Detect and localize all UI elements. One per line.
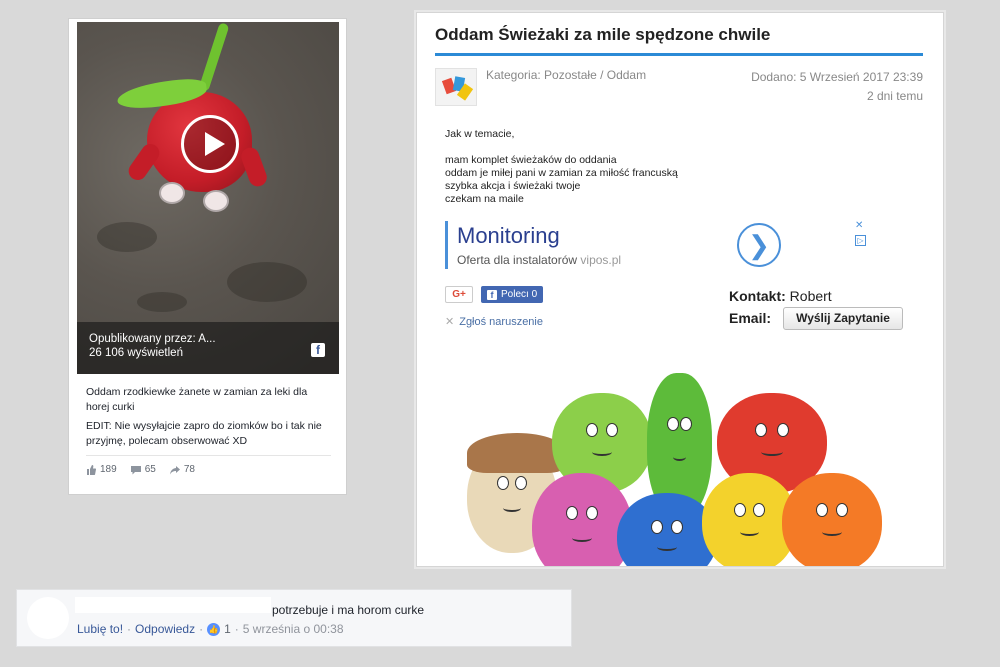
listing-body: Jak w temacie, mam komplet świeżaków do … — [445, 128, 678, 206]
title-divider — [435, 53, 923, 56]
body-line: oddam je miłej pani w zamian za miłość f… — [445, 167, 678, 179]
report-icon: ✕ — [445, 316, 455, 328]
category-icon — [435, 68, 477, 106]
ad-subtitle: Oferta dla instalatorów vipos.pl — [457, 253, 621, 267]
likes-count: 189 — [100, 464, 117, 475]
report-link[interactable]: ✕ Zgłoś naruszenie — [445, 315, 543, 328]
report-label: Zgłoś naruszenie — [459, 316, 543, 328]
fb-recommend-button[interactable]: f Polecı 0 — [481, 286, 544, 303]
play-icon[interactable] — [181, 115, 239, 173]
post-text-line: Oddam rzodkiewke żanete w zamian za leki… — [86, 386, 308, 413]
added-timestamp: Dodano: 5 Wrzesień 2017 23:39 — [751, 70, 923, 84]
comment-icon — [130, 465, 141, 475]
onion-toy — [532, 473, 632, 566]
video-thumbnail[interactable]: Opublikowany przez: A... 26 106 wyświetl… — [77, 22, 339, 374]
commenter-name-redacted — [75, 597, 271, 613]
pumpkin-toy — [782, 473, 882, 566]
ad-banner[interactable]: Monitoring Oferta dla instalatorów vipos… — [445, 221, 869, 273]
post-stats: 189 65 78 — [86, 464, 195, 475]
comment-actions: Lubię to! · Odpowiedz · 👍 1 · 5 września… — [77, 622, 344, 636]
email-label: Email: — [729, 310, 772, 326]
post-text: Oddam rzodkiewke żanete w zamian za leki… — [86, 385, 331, 453]
reply-link[interactable]: Odpowiedz — [135, 622, 195, 636]
close-icon[interactable]: ✕ — [855, 221, 866, 232]
facebook-icon[interactable]: f — [311, 343, 325, 357]
google-plus-button[interactable]: G+ — [445, 286, 473, 303]
ad-domain: vipos.pl — [580, 253, 622, 267]
contact-name: Robert — [789, 288, 832, 304]
body-line: Jak w temacie, — [445, 128, 515, 140]
share-arrow-icon — [169, 465, 180, 475]
ground-texture — [227, 262, 307, 302]
facebook-comment: potrzebuje i ma horom curke Lubię to! · … — [16, 589, 572, 647]
reaction-count[interactable]: 1 — [224, 622, 231, 636]
radish-toy-foot — [203, 190, 229, 212]
video-overlay: Opublikowany przez: A... 26 106 wyświetl… — [77, 322, 339, 374]
adchoices-icon[interactable]: ▷ — [855, 235, 866, 246]
comments-stat[interactable]: 65 — [130, 464, 156, 475]
comment-text: potrzebuje i ma horom curke — [272, 603, 425, 617]
shares-stat[interactable]: 78 — [169, 464, 195, 475]
ad-subtitle-text: Oferta dla instalatorów — [457, 253, 578, 267]
comments-count: 65 — [144, 464, 156, 475]
view-count: 26 106 wyświetleń — [89, 347, 183, 359]
contact-label: Kontakt: — [729, 288, 786, 304]
ad-accent-bar — [445, 221, 448, 269]
published-by: Opublikowany przez: A... — [89, 333, 216, 345]
facebook-icon: f — [487, 289, 497, 300]
ad-title[interactable]: Monitoring — [457, 223, 560, 249]
listing-panel: Oddam Świeżaki za mile spędzone chwile K… — [416, 12, 944, 567]
product-photo — [457, 353, 903, 566]
like-reaction-icon[interactable]: 👍 — [207, 622, 221, 636]
ground-texture — [137, 292, 187, 312]
thumbs-up-icon — [86, 464, 97, 475]
listing-title: Oddam Świeżaki za mile spędzone chwile — [435, 25, 771, 44]
ground-texture — [97, 222, 157, 252]
likes-stat[interactable]: 189 — [86, 464, 117, 475]
like-link[interactable]: Lubię to! — [77, 622, 123, 636]
body-line: czekam na maile — [445, 193, 524, 205]
comment-timestamp[interactable]: 5 września o 00:38 — [243, 622, 344, 636]
divider — [86, 455, 331, 456]
body-line: mam komplet świeżaków do oddania — [445, 154, 617, 166]
added-ago: 2 dni temu — [866, 89, 923, 103]
shares-count: 78 — [183, 464, 195, 475]
added-date: Dodano: 5 Wrzesień 2017 23:39 2 dni temu — [751, 68, 923, 106]
category-path[interactable]: Kategoria: Pozostałe / Oddam — [486, 68, 646, 82]
post-text-edit: EDIT: Nie wysyłajcie zapro do ziomków bo… — [86, 420, 322, 447]
fb-video-post: Opublikowany przez: A... 26 106 wyświetl… — [68, 18, 347, 495]
avatar[interactable] — [27, 597, 69, 639]
body-line: szybka akcja i świeżaki twoje — [445, 180, 581, 192]
fb-recommend-label: Polecı 0 — [501, 289, 538, 300]
radish-toy-foot — [159, 182, 185, 204]
send-inquiry-button[interactable]: Wyślij Zapytanie — [783, 307, 903, 330]
chevron-right-icon[interactable]: ❯ — [737, 223, 781, 267]
